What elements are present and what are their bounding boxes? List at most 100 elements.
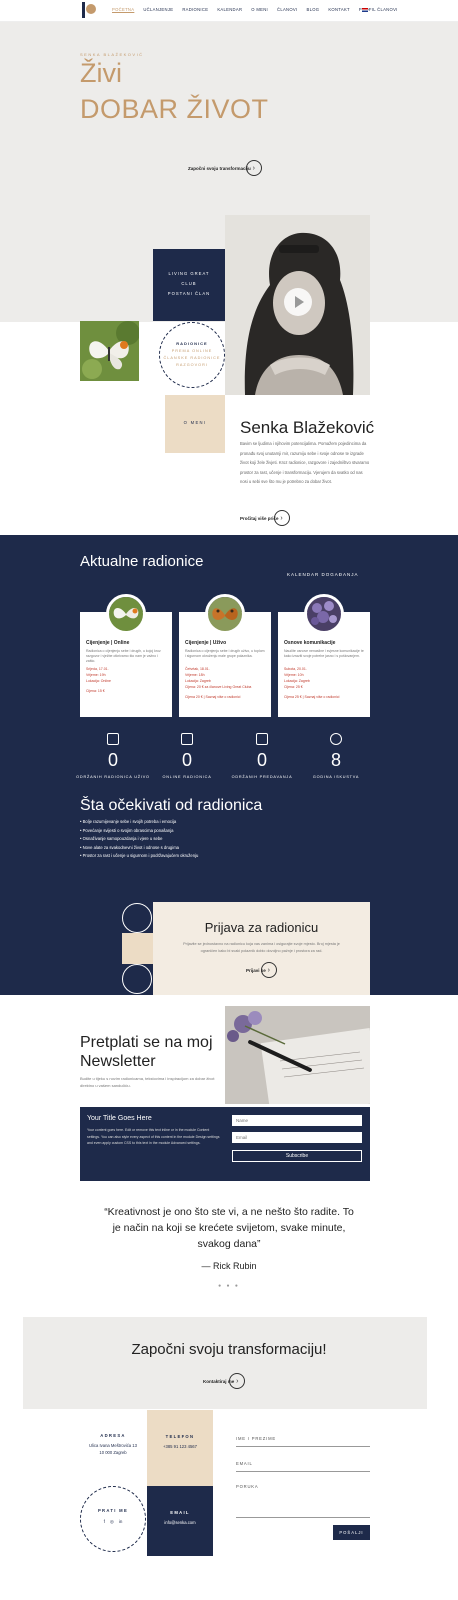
nav-item-clanovi[interactable]: ČLANOVI (277, 7, 297, 12)
expect-item: Prostor za rast i učenje u sigurnom i po… (80, 852, 199, 861)
arrow-right-icon: › (229, 1373, 246, 1389)
email-value[interactable]: info@senka.com (147, 1519, 213, 1526)
linkedin-icon[interactable]: in (119, 1519, 123, 1525)
newsletter-title-line2: Newsletter (80, 1053, 156, 1070)
arrow-right-icon: › (245, 160, 262, 176)
expect-title: Šta očekivati od radionica (80, 797, 263, 814)
nav-item-radionice[interactable]: RADIONICE (182, 7, 208, 12)
submit-button[interactable]: POŠALJI (333, 1525, 370, 1540)
hero-cta-label: Započni svoju transformaciju (188, 165, 251, 171)
workshop-card-2[interactable]: Cijenjenje | Uživo Radionica o cijenjenj… (179, 594, 271, 717)
transform-band (23, 1317, 427, 1409)
newsletter-title: Pretplati se na moj Newsletter (80, 1033, 213, 1071)
address-line1: Ulica Ivana Meštrovića 13 (89, 1443, 137, 1448)
radionice-link-clanske[interactable]: ČLANSKE RADIONICE (160, 355, 224, 362)
workshop-1-desc: Radionica o cijenjenju sebe i drugih, u … (86, 649, 161, 663)
portrait-video[interactable] (225, 215, 370, 395)
workshop-3-desc: Naučite osnove nenasilne i svjesne komun… (284, 649, 364, 658)
facebook-icon[interactable]: f (104, 1519, 105, 1525)
about-cta-button[interactable]: Pročitaj više priče › (240, 510, 290, 526)
club-box-line2: CLUB (181, 281, 197, 286)
instagram-icon[interactable]: ◎ (110, 1519, 114, 1525)
contact-message-field[interactable] (236, 1517, 370, 1518)
social-label: PRATI ME (97, 1508, 129, 1513)
expect-item: Nove alate za svakodnevni život i odnose… (80, 844, 198, 853)
nav-item-uclanjenje[interactable]: UČLANJENJE (143, 7, 173, 12)
email-input[interactable] (232, 1132, 362, 1143)
address-block: ADRESA Ulica Ivana Meštrovića 13 10 000 … (80, 1433, 146, 1456)
site-header: POČETNA UČLANJENJE RADIONICE KALENDAR O … (0, 0, 458, 22)
nav-item-pocetna[interactable]: POČETNA (112, 7, 134, 12)
hero-title-line1: Živi (80, 58, 122, 88)
site-logo[interactable] (82, 2, 96, 20)
workshop-1-more-link[interactable]: Cijena: 15 € (86, 689, 166, 693)
radionice-link-razgovori[interactable]: RAZGOVORI (160, 362, 224, 369)
logo-bar (82, 2, 85, 18)
contact-email-field[interactable] (236, 1471, 370, 1472)
butterfly-image (80, 321, 139, 381)
radionice-circle-label: RADIONICE (176, 341, 208, 346)
contact-cta-button[interactable]: Kontaktiraj me › (203, 1373, 246, 1389)
nav-item-kalendar[interactable]: KALENDAR (217, 7, 242, 12)
phone-label: TELEFON (165, 1434, 195, 1439)
author-bio: Bavim se ljudima i njihovim potencijalim… (240, 441, 370, 484)
nav-item-kontakt[interactable]: KONTAKT (328, 7, 350, 12)
contact-name-field[interactable] (236, 1446, 370, 1447)
arrow-right-icon: › (273, 510, 290, 526)
slider-dots[interactable]: ● ● ● (0, 1283, 458, 1289)
nav-item-blog[interactable]: BLOG (306, 7, 319, 12)
contact-message-label: PORUKA (236, 1484, 259, 1489)
radionice-link-online[interactable]: PREMA ONLINE (160, 348, 224, 355)
stat-3: 0 ODRŽANIH PREDAVANJA (224, 733, 300, 779)
newsletter-title-line1: Pretplati se na moj (80, 1034, 213, 1051)
hero-cta-button[interactable]: Započni svoju transformaciju › (188, 160, 262, 176)
subscribe-button[interactable]: Subscribe (232, 1150, 362, 1162)
logo-dot (86, 4, 96, 14)
award-icon (330, 733, 342, 745)
workshop-card-3[interactable]: Osnove komunikacije Naučite osnove nenas… (278, 594, 370, 717)
workshop-1-image (106, 594, 146, 634)
radionice-circle: RADIONICE PREMA ONLINE ČLANSKE RADIONICE… (159, 322, 225, 388)
club-box-link[interactable]: POSTANI ČLAN (153, 289, 225, 299)
play-icon[interactable] (284, 288, 312, 316)
workshop-3-image (304, 594, 344, 634)
club-box-line1: LIVING GREAT (168, 271, 210, 276)
stat-4-label: GODINA ISKUSTVA (312, 775, 360, 779)
address-line2: 10 000 Zagreb (99, 1450, 127, 1455)
calendar-icon (107, 733, 119, 745)
expect-item: Bolje razumijevanje sebe i svojih potreb… (80, 818, 198, 827)
author-name: Senka Blažeković (240, 418, 375, 437)
o-meni-box[interactable]: O MENI (165, 395, 225, 453)
workshop-2-desc: Radionica o cijenjenju sebe i drugih uži… (185, 649, 265, 658)
name-input[interactable] (232, 1115, 362, 1126)
list-icon (256, 733, 268, 745)
workshop-card-1[interactable]: Cijenjenje | Online Radionica o cijenjen… (80, 594, 172, 717)
contact-email-label: EMAIL (236, 1461, 253, 1466)
stat-3-label: ODRŽANIH PREDAVANJA (231, 775, 293, 779)
main-nav: POČETNA UČLANJENJE RADIONICE KALENDAR O … (112, 7, 398, 12)
language-flag-icon[interactable] (362, 8, 368, 12)
social-circle: PRATI ME f ◎ in (80, 1486, 146, 1552)
workshops-title: Aktualne radionice (80, 553, 204, 570)
address-label: ADRESA (100, 1433, 126, 1438)
nav-item-o-meni[interactable]: O MENI (251, 7, 268, 12)
signup-box: Prijava za radionicu Prijavite se jednos… (153, 902, 370, 995)
phone-value[interactable]: +385 91 123 4567 (147, 1443, 213, 1450)
arrow-right-icon: › (260, 962, 277, 978)
signup-cta-button[interactable]: Prijavi se › (246, 962, 277, 978)
workshop-2-more-link[interactable]: Cijena 20 € | Saznaj više o radionici (185, 695, 265, 699)
workshop-1-title: Cijenjenje | Online (86, 640, 130, 646)
newsletter-form: Your Title Goes Here Your content goes h… (80, 1107, 370, 1181)
transform-title: Započni svoju transformaciju! (131, 1341, 327, 1358)
stat-3-number: 0 (256, 750, 267, 770)
workshop-2-image (205, 594, 245, 634)
stat-1-label: ODRŽANIH RADIONICA UŽIVO (76, 775, 150, 779)
club-box[interactable]: LIVING GREAT CLUB POSTANI ČLAN (153, 249, 225, 321)
stat-1: 0 ODRŽANIH RADIONICA UŽIVO (75, 733, 151, 779)
quote-text: “Kreativnost je ono što ste vi, a ne neš… (104, 1206, 354, 1250)
calendar-link[interactable]: KALENDAR DOGAĐANJA (287, 572, 359, 577)
workshop-2-title: Cijenjenje | Uživo (185, 640, 227, 646)
contact-name-label: IME I PREZIME (236, 1436, 276, 1441)
decor-circle-top (122, 903, 152, 933)
workshop-3-more-link[interactable]: Cijena 25 € | Saznaj više o radionici (284, 695, 364, 699)
